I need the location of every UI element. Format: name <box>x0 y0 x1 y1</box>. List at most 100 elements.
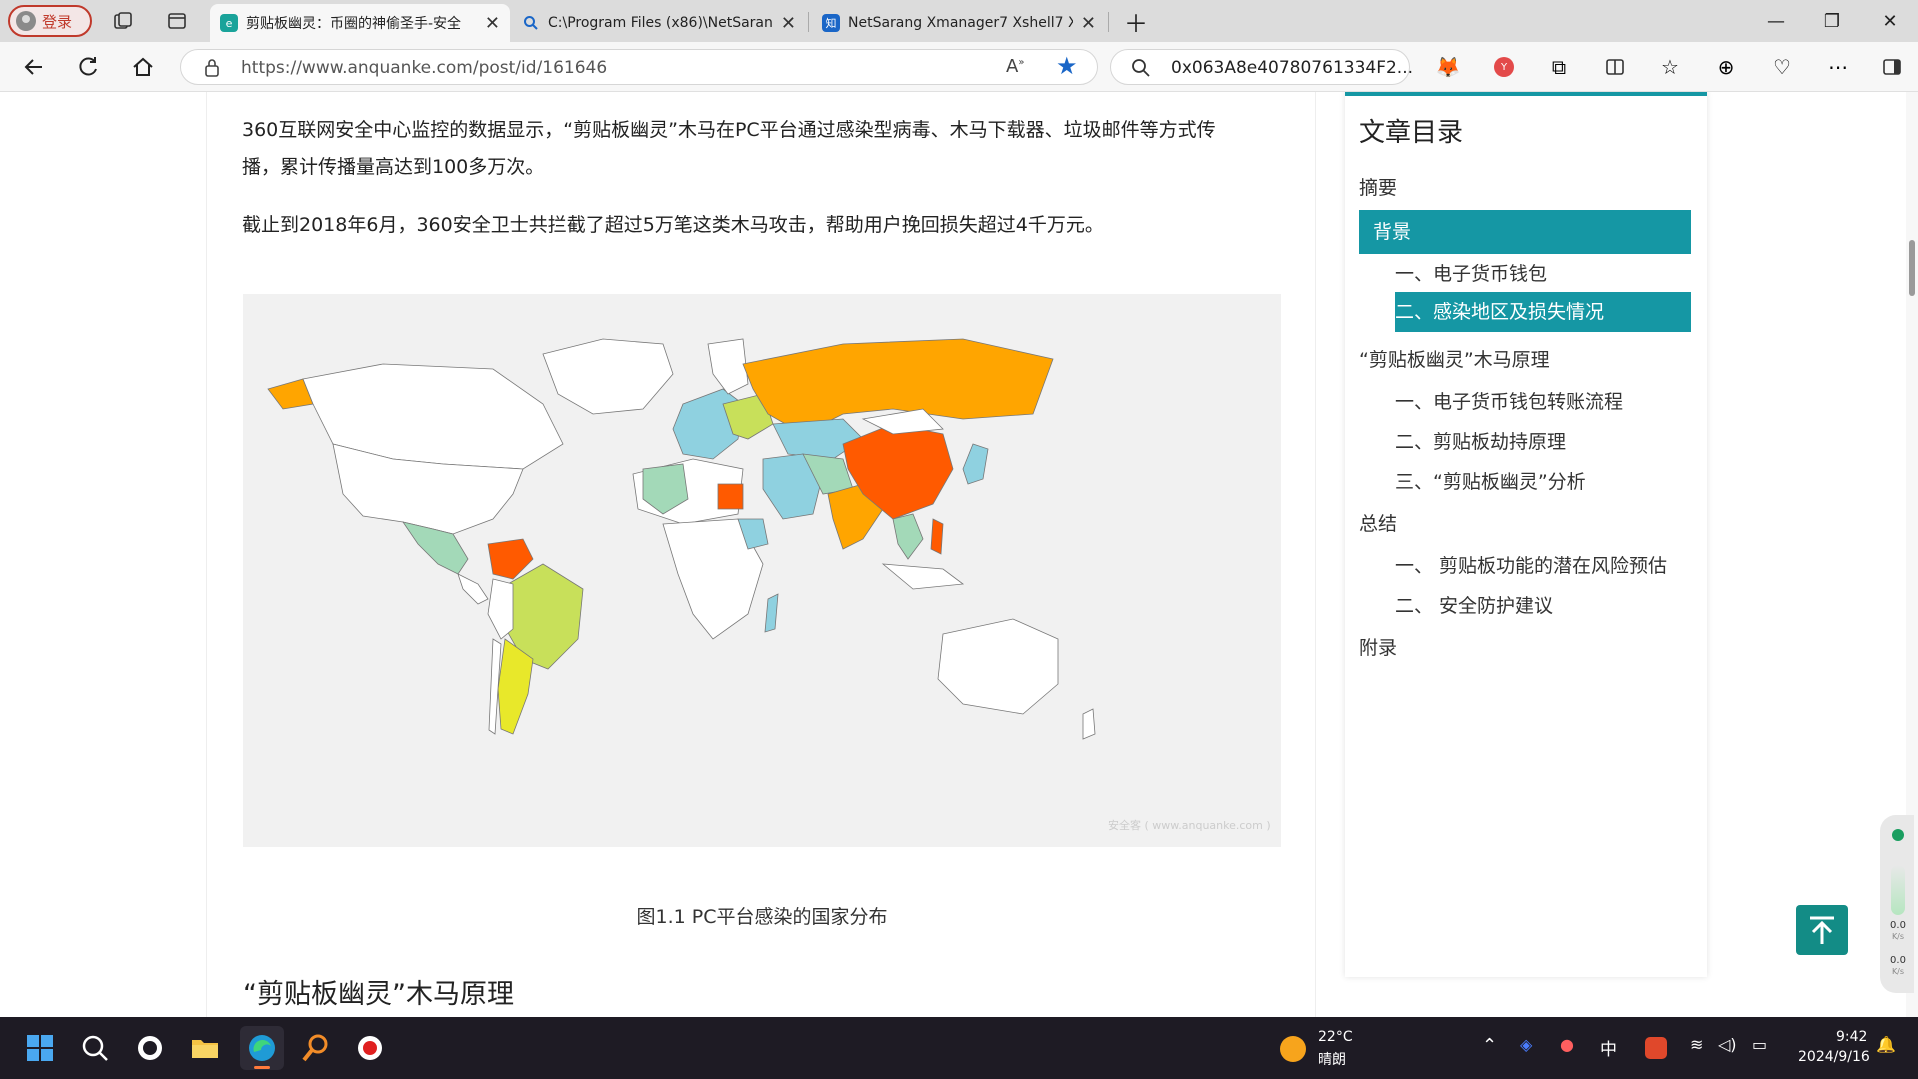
tab-title: NetSarang Xmanager7 Xshell7 Xft <box>848 15 1073 31</box>
tab-separator <box>808 12 809 32</box>
world-map-figure: 安全客 ( www.anquanke.com ) <box>243 294 1281 847</box>
file-explorer-icon[interactable] <box>187 1030 223 1066</box>
map-indonesia <box>881 563 965 590</box>
net-speed-widget[interactable]: 0.0 K/s 0.0 K/s <box>1880 815 1914 993</box>
tray-chevron-up-icon[interactable]: ⌃ <box>1482 1035 1497 1056</box>
everything-search-icon[interactable] <box>298 1030 334 1066</box>
close-tab-icon[interactable]: ✕ <box>1081 13 1096 34</box>
close-tab-icon[interactable]: ✕ <box>781 13 796 34</box>
paragraph-line: 360互联网安全中心监控的数据显示，“剪贴板幽灵”木马在PC平台通过感染型病毒、… <box>242 119 1216 141</box>
search-icon <box>522 14 540 32</box>
edge-browser-taskbar[interactable] <box>240 1026 284 1070</box>
metamask-fox-icon[interactable]: 🦊 <box>1436 55 1461 79</box>
weather-desc: 晴朗 <box>1318 1052 1346 1068</box>
map-japan <box>962 443 989 485</box>
github-icon[interactable] <box>132 1030 168 1066</box>
toc-sidebar: 文章目录 摘要 背景 一、电子货币钱包 二、感染地区及损失情况 “剪贴板幽灵”木… <box>1345 92 1707 977</box>
profile-login-button[interactable]: 登录 <box>8 5 92 37</box>
wifi-icon[interactable]: ≋ <box>1690 1035 1703 1054</box>
tab-title: C:\Program Files (x86)\NetSarang <box>548 15 773 31</box>
browser-essentials-icon[interactable]: ♡ <box>1770 55 1794 79</box>
security-shield-icon[interactable]: ◈ <box>1520 1035 1532 1054</box>
map-egypt <box>717 483 744 510</box>
toc-item-wallet[interactable]: 一、电子货币钱包 <box>1381 252 1681 296</box>
home-icon[interactable] <box>128 52 158 82</box>
volume-icon[interactable]: ◁) <box>1718 1035 1737 1054</box>
extensions-puzzle-icon[interactable]: ⧉ <box>1547 55 1571 79</box>
tab-anquanke[interactable]: e 剪贴板幽灵：币圈的神偷圣手-安全 ✕ <box>210 4 510 42</box>
download-unit: K/s <box>1891 967 1905 976</box>
taskbar-search-icon[interactable] <box>77 1030 113 1066</box>
section-heading: “剪贴板幽灵”木马原理 <box>243 979 514 1010</box>
scrollbar-thumb[interactable] <box>1909 240 1915 296</box>
toc-item-risk-estimate[interactable]: 一、 剪贴板功能的潜在风险预估 <box>1381 544 1681 588</box>
map-madagascar <box>764 593 779 633</box>
split-screen-icon[interactable] <box>1603 55 1627 79</box>
paragraph: 截止到2018年6月，360安全卫士共拦截了超过5万笔这类木马攻击，帮助用户挽回… <box>242 214 1104 236</box>
anquanke-icon: e <box>220 14 238 32</box>
login-label: 登录 <box>42 12 73 31</box>
notification-bell-icon[interactable]: 🔔 <box>1876 1035 1896 1054</box>
upload-unit: K/s <box>1891 932 1905 941</box>
toc-item-transfer-flow[interactable]: 一、电子货币钱包转账流程 <box>1381 380 1681 424</box>
favorite-star-icon[interactable]: ★ <box>1056 52 1078 80</box>
toc-item-analysis[interactable]: 三、“剪贴板幽灵”分析 <box>1381 460 1681 504</box>
microphone-icon[interactable]: ● <box>1560 1035 1574 1054</box>
close-window-icon[interactable]: ✕ <box>1872 8 1908 34</box>
search-text: 0x063A8e40780761334F2... <box>1171 58 1414 78</box>
toc-item-abstract[interactable]: 摘要 <box>1345 166 1677 210</box>
search-field[interactable]: 0x063A8e40780761334F2... <box>1110 49 1414 85</box>
clock-date[interactable]: 2024/9/16 <box>1798 1049 1870 1065</box>
youdao-extension-icon[interactable]: Y <box>1492 55 1516 79</box>
toc-item-background[interactable]: 背景 <box>1359 210 1691 254</box>
vertical-tabs-icon[interactable] <box>166 10 188 32</box>
minimize-icon[interactable]: — <box>1758 8 1794 34</box>
map-peru <box>487 578 514 640</box>
weather-sun-icon[interactable] <box>1280 1036 1306 1062</box>
ime-indicator[interactable]: 中 <box>1600 1035 1617 1060</box>
map-greenland <box>542 338 674 415</box>
workspaces-icon[interactable] <box>112 10 134 32</box>
sogou-ime-icon[interactable] <box>1645 1037 1667 1059</box>
sidebar-toggle-icon[interactable] <box>1880 55 1904 79</box>
more-menu-icon[interactable]: ⋯ <box>1826 55 1850 79</box>
tab-netsarang[interactable]: 知 NetSarang Xmanager7 Xshell7 Xft ✕ <box>812 4 1106 42</box>
tab-program-files[interactable]: C:\Program Files (x86)\NetSarang ✕ <box>512 4 806 42</box>
back-to-top-button[interactable] <box>1796 905 1848 955</box>
map-philippines <box>930 518 944 555</box>
windows-start-icon[interactable] <box>22 1030 58 1066</box>
lock-icon[interactable] <box>203 58 221 78</box>
toc-item-clipboard-hijack[interactable]: 二、剪贴板劫持原理 <box>1381 420 1681 464</box>
address-bar[interactable]: https://www.anquanke.com/post/id/161646 … <box>180 49 1098 85</box>
page-content: 360互联网安全中心监控的数据显示，“剪贴板幽灵”木马在PC平台通过感染型病毒、… <box>0 92 1918 1017</box>
download-speed: 0.0 <box>1890 955 1906 966</box>
toc-item-trojan-principle[interactable]: “剪贴板幽灵”木马原理 <box>1345 338 1677 382</box>
map-scandinavia <box>707 338 749 395</box>
collections-icon[interactable]: ⊕ <box>1714 55 1738 79</box>
active-indicator <box>254 1066 270 1069</box>
clock-time[interactable]: 9:42 <box>1836 1029 1867 1045</box>
read-aloud-icon[interactable]: A» <box>1006 56 1024 77</box>
toc-item-protection[interactable]: 二、 安全防护建议 <box>1381 584 1681 628</box>
new-tab-plus-icon[interactable]: ＋ <box>1118 8 1154 38</box>
world-map <box>267 338 1096 740</box>
close-tab-icon[interactable]: ✕ <box>485 13 500 34</box>
figure-watermark: 安全客 ( www.anquanke.com ) <box>1108 819 1271 832</box>
toc-item-infection-region[interactable]: 二、感染地区及损失情况 <box>1395 292 1691 332</box>
toc-item-appendix[interactable]: 附录 <box>1345 626 1677 670</box>
paragraph-line: 播，累计传播量高达到100多万次。 <box>242 156 545 178</box>
toc-title: 文章目录 <box>1359 118 1464 148</box>
tab-title: 剪贴板幽灵：币圈的神偷圣手-安全 <box>246 16 462 32</box>
status-dot-icon <box>1892 829 1904 841</box>
refresh-icon[interactable] <box>73 52 103 82</box>
battery-icon[interactable]: ▭ <box>1752 1035 1767 1054</box>
screen-recorder-icon[interactable] <box>352 1030 388 1066</box>
restore-icon[interactable]: ❐ <box>1814 8 1850 34</box>
toc-item-summary[interactable]: 总结 <box>1345 502 1677 546</box>
back-arrow-icon[interactable] <box>18 52 48 82</box>
article-column: 360互联网安全中心监控的数据显示，“剪贴板幽灵”木马在PC平台通过感染型病毒、… <box>206 92 1316 1017</box>
map-australia <box>937 618 1059 715</box>
upload-speed: 0.0 <box>1890 920 1906 931</box>
favorites-icon[interactable]: ☆ <box>1658 55 1682 79</box>
arrow-up-icon <box>1810 916 1834 944</box>
